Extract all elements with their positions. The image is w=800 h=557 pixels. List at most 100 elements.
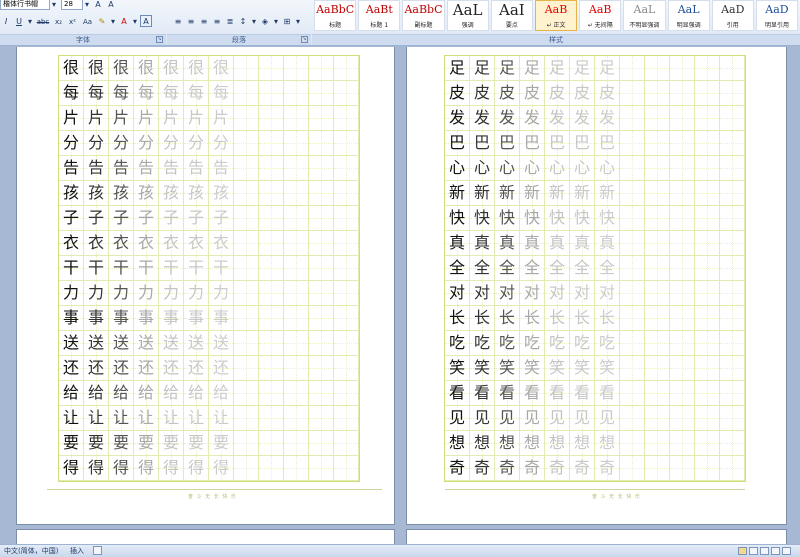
superscript-button[interactable]: x² — [66, 15, 79, 27]
grid-cell — [620, 156, 645, 181]
font-size-box[interactable]: 28 — [61, 0, 83, 10]
grid-cell — [720, 156, 745, 181]
font-name-dropdown-icon[interactable]: ▾ — [50, 0, 58, 10]
grid-cell — [720, 231, 745, 256]
practice-char: 给 — [162, 383, 179, 402]
practice-char: 吃 — [523, 333, 540, 352]
align-center-icon[interactable]: ≡ — [185, 15, 197, 27]
char-border-button[interactable]: A — [140, 15, 152, 27]
practice-char: 让 — [212, 408, 229, 427]
practice-char: 送 — [212, 333, 229, 352]
grow-font-button[interactable]: A — [92, 0, 104, 10]
practice-char: 全 — [498, 258, 515, 277]
highlight-icon[interactable]: ✎ — [96, 15, 108, 27]
style-9[interactable]: AaD 引用 — [711, 0, 754, 31]
strikethrough-button[interactable]: abc — [35, 15, 51, 27]
grid-cell — [645, 106, 670, 131]
practice-char: 分 — [212, 133, 229, 152]
grid-cell: 很 — [134, 56, 159, 81]
change-case-button[interactable]: Aa — [80, 15, 95, 27]
style-3[interactable]: AaL 强调 — [446, 0, 489, 31]
grid-cell: 力 — [209, 281, 234, 306]
font-name-box[interactable]: 楷体行书帽 — [0, 0, 50, 10]
underline-button[interactable]: U — [13, 15, 25, 27]
grid-cell: 快 — [470, 206, 495, 231]
grid-cell: 每 — [59, 81, 84, 106]
paragraph-dialog-launcher-icon[interactable]: ↘ — [301, 36, 308, 43]
grid-cell: 要 — [209, 431, 234, 456]
style-1[interactable]: AaBt 标题 1 — [358, 0, 401, 31]
practice-char: 笑 — [523, 358, 540, 377]
grid-cell — [334, 156, 359, 181]
practice-char: 给 — [62, 383, 79, 402]
shading-icon[interactable]: ◈ — [259, 15, 271, 27]
outline-view-icon[interactable] — [771, 547, 780, 555]
align-left-icon[interactable]: ≡ — [172, 15, 184, 27]
grid-cell: 很 — [84, 56, 109, 81]
font-color-dropdown-icon[interactable]: ▾ — [131, 15, 139, 27]
grid-cell: 子 — [59, 206, 84, 231]
practice-char: 奇 — [473, 458, 490, 477]
grid-cell — [259, 306, 284, 331]
font-dialog-launcher-icon[interactable]: ↘ — [156, 36, 163, 43]
style-6[interactable]: AaB ↵ 无间隔 — [579, 0, 622, 31]
language-status[interactable]: 中文(简体，中国) — [4, 545, 58, 557]
grid-cell: 笑 — [570, 356, 595, 381]
shading-dropdown-icon[interactable]: ▾ — [272, 15, 280, 27]
grid-cell: 见 — [520, 406, 545, 431]
full-screen-view-icon[interactable] — [749, 547, 758, 555]
borders-icon[interactable]: ⊞ — [281, 15, 293, 27]
grid-cell: 给 — [209, 381, 234, 406]
style-8[interactable]: AaL 明显强调 — [667, 0, 710, 31]
practice-char: 皮 — [548, 83, 565, 102]
grid-cell — [334, 56, 359, 81]
grid-cell — [259, 431, 284, 456]
practice-char: 新 — [548, 183, 565, 202]
style-7[interactable]: AaL 不明显强调 — [623, 0, 666, 31]
practice-char: 看 — [473, 383, 490, 402]
practice-char: 衣 — [112, 233, 129, 252]
style-10[interactable]: AaD 明显引用 — [755, 0, 799, 31]
grid-cell: 力 — [184, 281, 209, 306]
insert-mode-status[interactable]: 插入 — [70, 545, 84, 557]
macro-record-icon[interactable] — [93, 546, 102, 555]
draft-view-icon[interactable] — [782, 547, 791, 555]
line-spacing-dropdown-icon[interactable]: ▾ — [250, 15, 258, 27]
style-4[interactable]: AaI 要点 — [490, 0, 533, 31]
print-layout-view-icon[interactable] — [738, 547, 747, 555]
practice-char: 得 — [212, 458, 229, 477]
grid-cell — [620, 206, 645, 231]
grid-cell — [234, 431, 259, 456]
italic-button[interactable]: I — [0, 15, 12, 27]
grid-cell: 给 — [159, 381, 184, 406]
practice-char: 想 — [598, 433, 615, 452]
practice-char: 很 — [62, 58, 79, 77]
footer-line — [445, 489, 745, 490]
style-5[interactable]: AaB ↵ 正文 — [534, 0, 578, 31]
style-0[interactable]: AaBbC 标题 — [314, 0, 357, 31]
font-color-button[interactable]: A — [118, 15, 130, 27]
style-2[interactable]: AaBbC 副标题 — [402, 0, 445, 31]
justify-icon[interactable]: ≡ — [211, 15, 223, 27]
subscript-button[interactable]: x₂ — [52, 15, 65, 27]
align-right-icon[interactable]: ≡ — [198, 15, 210, 27]
borders-dropdown-icon[interactable]: ▾ — [294, 15, 302, 27]
line-spacing-icon[interactable]: ↕ — [237, 15, 249, 27]
grid-cell — [309, 131, 334, 156]
grid-cell: 让 — [184, 406, 209, 431]
practice-char: 心 — [473, 158, 490, 177]
grid-cell — [670, 206, 695, 231]
practice-char: 子 — [87, 208, 104, 227]
practice-char: 很 — [137, 58, 154, 77]
web-layout-view-icon[interactable] — [760, 547, 769, 555]
font-size-dropdown-icon[interactable]: ▾ — [83, 0, 91, 10]
underline-dropdown-icon[interactable]: ▾ — [26, 15, 34, 27]
practice-char: 衣 — [212, 233, 229, 252]
grid-cell: 巴 — [595, 131, 620, 156]
highlight-dropdown-icon[interactable]: ▾ — [109, 15, 117, 27]
distribute-icon[interactable]: ≣ — [224, 15, 236, 27]
practice-char: 要 — [87, 433, 104, 452]
practice-char: 干 — [162, 258, 179, 277]
shrink-font-button[interactable]: A — [105, 0, 117, 10]
grid-cell: 还 — [59, 356, 84, 381]
